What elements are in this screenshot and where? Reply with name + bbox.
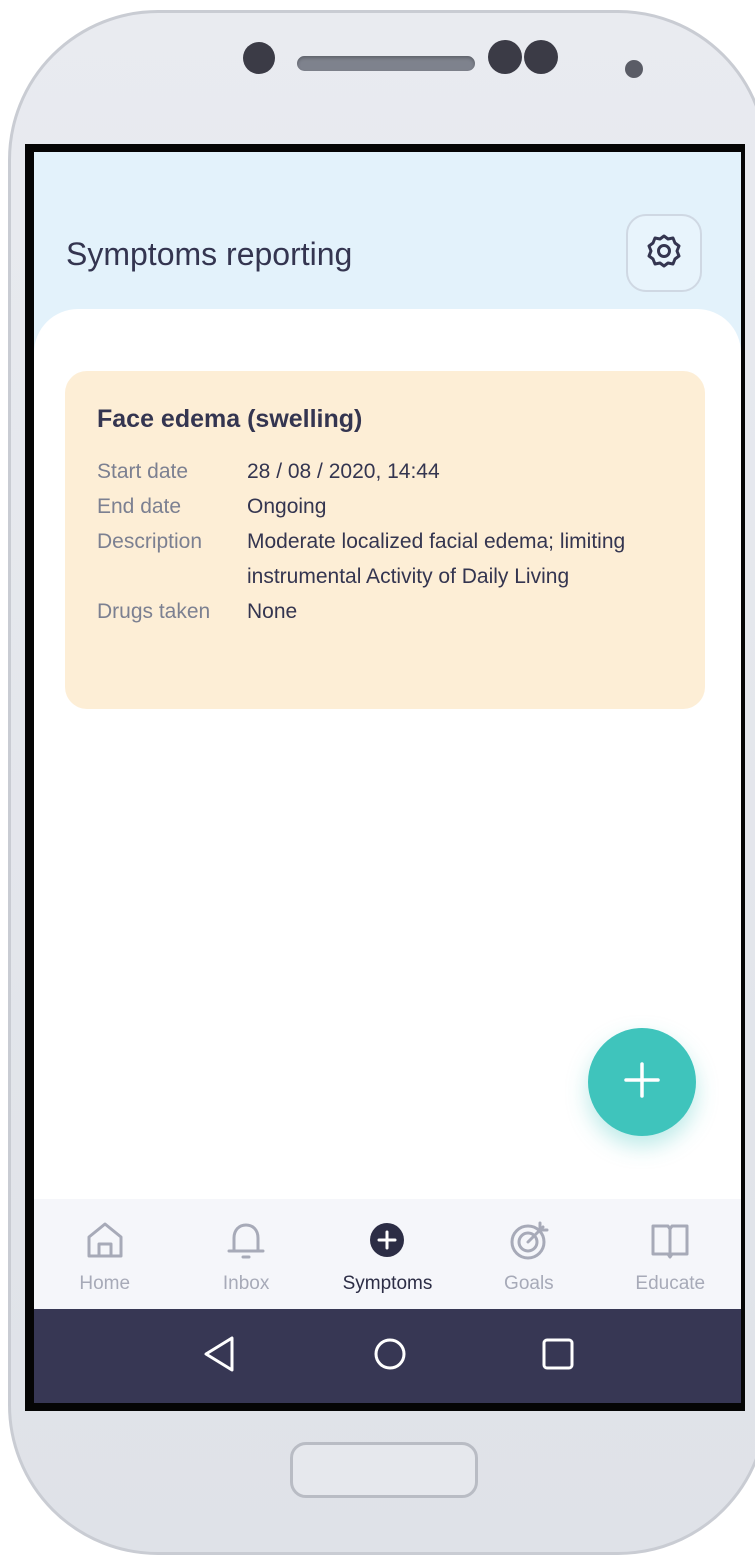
nav-item-home[interactable]: Home xyxy=(34,1199,175,1309)
plus-icon xyxy=(622,1060,662,1104)
end-date-label: End date xyxy=(97,495,182,518)
symptom-title: Face edema (swelling) xyxy=(97,405,363,433)
light-sensor-icon xyxy=(625,60,643,78)
nav-label-goals: Goals xyxy=(504,1273,554,1294)
back-icon[interactable] xyxy=(200,1334,240,1378)
sensor-icon xyxy=(488,40,522,74)
description-value: Moderate localized facial edema; limitin… xyxy=(247,530,626,588)
app-screen: Symptoms reporting Face edema (swelling)… xyxy=(34,152,741,1403)
nav-label-home: Home xyxy=(79,1273,131,1294)
target-icon xyxy=(506,1217,552,1263)
nav-label-inbox: Inbox xyxy=(222,1273,270,1294)
nav-item-goals[interactable]: Goals xyxy=(458,1199,599,1309)
drugs-taken-label: Drugs taken xyxy=(97,600,211,623)
symptom-field-row: Drugs taken None xyxy=(97,594,673,629)
page-title: Symptoms reporting xyxy=(66,236,353,272)
start-date-value: 28 / 08 / 2020, 14:44 xyxy=(247,460,440,483)
nav-label-educate: Educate xyxy=(635,1273,706,1294)
symptom-field-row: Description Moderate localized facial ed… xyxy=(97,524,673,594)
physical-home-button[interactable] xyxy=(290,1442,478,1498)
symptom-card[interactable]: Face edema (swelling) Start date 28 / 08… xyxy=(65,371,705,709)
gear-icon xyxy=(644,231,684,275)
symptom-field-row: Start date 28 / 08 / 2020, 14:44 xyxy=(97,454,673,489)
add-symptom-button[interactable] xyxy=(588,1028,696,1136)
start-date-label: Start date xyxy=(97,460,189,483)
end-date-value: Ongoing xyxy=(247,495,327,518)
circle-home-icon[interactable] xyxy=(372,1336,408,1376)
home-icon xyxy=(82,1217,128,1263)
square-recents-icon[interactable] xyxy=(541,1337,575,1375)
speaker-grille xyxy=(297,56,475,71)
nav-item-symptoms[interactable]: Symptoms xyxy=(317,1199,458,1309)
book-icon xyxy=(647,1217,693,1263)
bottom-navigation: Home Inbox Symptoms Goals Educate xyxy=(34,1199,741,1309)
nav-item-educate[interactable]: Educate xyxy=(600,1199,741,1309)
front-camera-icon xyxy=(243,42,275,74)
drugs-taken-value: None xyxy=(247,600,298,623)
description-label: Description xyxy=(97,530,203,553)
system-navigation-bar xyxy=(34,1309,741,1403)
sensor-icon xyxy=(524,40,558,74)
plus-circle-icon xyxy=(364,1217,410,1263)
bell-icon xyxy=(223,1217,269,1263)
settings-button[interactable] xyxy=(626,214,702,292)
nav-item-inbox[interactable]: Inbox xyxy=(175,1199,316,1309)
symptom-field-row: End date Ongoing xyxy=(97,489,673,524)
nav-label-symptoms: Symptoms xyxy=(342,1273,433,1294)
